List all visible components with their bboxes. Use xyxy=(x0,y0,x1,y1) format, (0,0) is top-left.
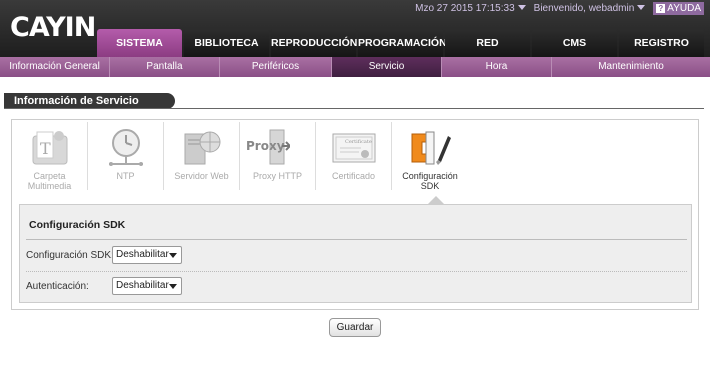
sub-nav: Información General Pantalla Periféricos… xyxy=(0,57,710,77)
subnav-item-perifericos[interactable]: Periféricos xyxy=(220,57,332,77)
service-panel: T Carpeta Multimedia NTP Servidor Web Pr… xyxy=(11,119,699,310)
certificate-icon-text: Certificate xyxy=(345,139,372,145)
app-header: CAYIN Mzo 27 2015 17:15:33 Bienvenido, w… xyxy=(0,0,710,57)
tab-red[interactable]: RED xyxy=(445,29,530,57)
sdk-setting-value: Deshabilitar xyxy=(116,249,169,260)
sdk-tools-icon xyxy=(411,131,451,165)
section-divider xyxy=(26,239,687,240)
proxy-icon-text: Proxy xyxy=(246,139,285,153)
service-label: Servidor Web xyxy=(174,171,229,181)
help-button[interactable]: ? AYUDA xyxy=(653,1,704,15)
tab-programacion[interactable]: PROGRAMACIÓN xyxy=(358,29,447,57)
auth-setting-row: Autenticación: Deshabilitar xyxy=(26,272,687,300)
auth-setting-select[interactable]: Deshabilitar xyxy=(112,277,182,295)
main-nav: SISTEMA BIBLIOTECA REPRODUCCIÓN PROGRAMA… xyxy=(97,29,704,57)
service-label: Certificado xyxy=(331,171,376,181)
web-server-icon xyxy=(184,131,221,165)
proxy-icon: Proxy xyxy=(246,129,290,165)
tab-cms[interactable]: CMS xyxy=(532,29,617,57)
sdk-setting-row: Configuración SDK: Deshabilitar xyxy=(26,241,687,269)
service-item-proxy-http[interactable]: Proxy Proxy HTTP xyxy=(240,122,316,190)
tab-reproduccion[interactable]: REPRODUCCIÓN xyxy=(271,29,357,57)
chevron-down-icon xyxy=(637,5,646,11)
subnav-item-servicio[interactable]: Servicio xyxy=(332,57,442,77)
service-item-multimedia-folder[interactable]: T Carpeta Multimedia xyxy=(12,122,88,191)
service-item-certificate[interactable]: Certificate Certificado xyxy=(316,122,392,190)
user-dropdown[interactable]: Bienvenido, webadmin xyxy=(534,3,646,14)
multimedia-folder-icon: T xyxy=(32,131,68,165)
title-divider xyxy=(4,108,704,109)
chevron-down-icon xyxy=(169,253,177,258)
subnav-item-hora[interactable]: Hora xyxy=(442,57,552,77)
question-icon: ? xyxy=(656,3,666,13)
cayin-logo: CAYIN xyxy=(10,12,96,43)
page-title: Información de Servicio xyxy=(4,93,175,109)
datetime-dropdown[interactable]: Mzo 27 2015 17:15:33 xyxy=(415,3,526,14)
welcome-text: Bienvenido, webadmin xyxy=(533,2,635,14)
chevron-down-icon xyxy=(169,284,177,289)
auth-setting-label: Autenticación: xyxy=(26,281,89,292)
section-title: Configuración SDK xyxy=(29,219,126,231)
sdk-setting-label: Configuración SDK: xyxy=(26,250,114,261)
selection-pointer xyxy=(428,196,444,204)
service-item-sdk-config[interactable]: Configuración SDK xyxy=(392,122,468,191)
datetime-text: Mzo 27 2015 17:15:33 xyxy=(415,2,515,14)
top-bar: Mzo 27 2015 17:15:33 Bienvenido, webadmi… xyxy=(415,1,704,15)
service-label: Proxy HTTP xyxy=(252,171,302,181)
chevron-down-icon xyxy=(517,5,526,11)
service-label: NTP xyxy=(116,171,135,181)
subnav-item-pantalla[interactable]: Pantalla xyxy=(110,57,220,77)
clock-icon xyxy=(109,129,143,166)
subnav-item-informacion-general[interactable]: Información General xyxy=(0,57,110,77)
service-icon-row: T Carpeta Multimedia NTP Servidor Web Pr… xyxy=(12,122,468,191)
tab-biblioteca[interactable]: BIBLIOTECA xyxy=(184,29,269,57)
help-label: AYUDA xyxy=(667,2,701,14)
service-label: Carpeta Multimedia xyxy=(27,171,72,191)
tab-sistema[interactable]: SISTEMA xyxy=(97,29,182,57)
service-item-web-server[interactable]: Servidor Web xyxy=(164,122,240,190)
sdk-setting-select[interactable]: Deshabilitar xyxy=(112,246,182,264)
auth-setting-value: Deshabilitar xyxy=(116,280,169,291)
svg-text:T: T xyxy=(40,139,51,158)
service-label: Configuración SDK xyxy=(402,171,458,191)
tab-registro[interactable]: REGISTRO xyxy=(619,29,704,57)
certificate-icon: Certificate xyxy=(332,133,376,163)
sdk-config-section: Configuración SDK Configuración SDK: Des… xyxy=(19,204,692,303)
service-item-ntp[interactable]: NTP xyxy=(88,122,164,190)
subnav-item-mantenimiento[interactable]: Mantenimiento xyxy=(552,57,710,77)
save-button[interactable]: Guardar xyxy=(329,318,381,337)
